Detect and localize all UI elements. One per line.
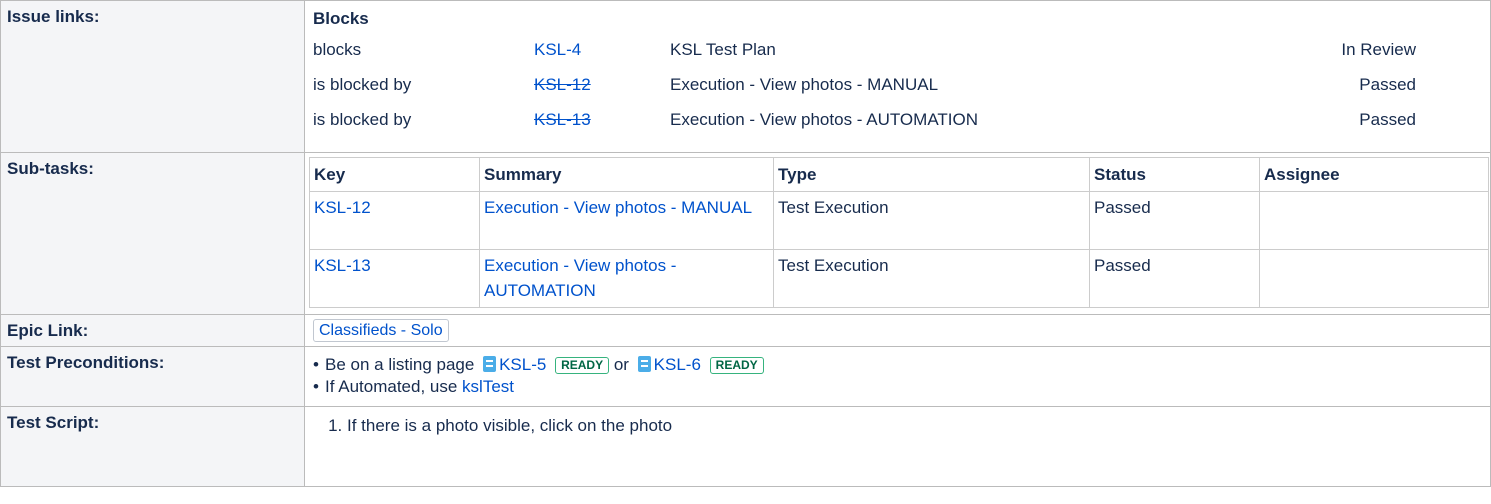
subtasks-header-row: Key Summary Type Status Assignee	[309, 157, 1489, 192]
subtask-summary-cell: Execution - View photos - MANUAL	[479, 191, 774, 250]
link-relation: is blocked by	[313, 110, 412, 129]
subtask-summary-cell: Execution - View photos - AUTOMATION	[479, 249, 774, 308]
column-header-type: Type	[773, 157, 1090, 192]
preconditions-list: Be on a listing page KSL-5 READY or KSL-…	[305, 347, 1490, 402]
issue-link-row: is blocked by KSL-13 Execution - View ph…	[305, 101, 1490, 136]
epic-link-value: Classifieds - Solo	[304, 314, 1491, 347]
kslTest-link[interactable]: kslTest	[462, 377, 514, 396]
status-badge: READY	[709, 357, 764, 374]
column-header-status: Status	[1089, 157, 1260, 192]
issue-links-row: Issue links: Blocks blocks KSL-4 KSL Tes…	[0, 0, 1491, 153]
test-script-value: If there is a photo visible, click on th…	[304, 406, 1491, 487]
issue-links-label: Issue links:	[0, 0, 305, 153]
preconditions-value: Be on a listing page KSL-5 READY or KSL-…	[304, 346, 1491, 407]
link-status: Passed	[1359, 110, 1416, 129]
link-summary: Execution - View photos - MANUAL	[670, 75, 939, 94]
precondition-issue-link[interactable]: KSL-6	[654, 355, 701, 374]
subtasks-label: Sub-tasks:	[0, 152, 305, 315]
subtask-assignee	[1259, 191, 1489, 250]
preconditions-label: Test Preconditions:	[0, 346, 305, 407]
links-group-title: Blocks	[313, 9, 369, 28]
subtask-type: Test Execution	[773, 191, 1090, 250]
link-relation: is blocked by	[313, 75, 412, 94]
link-summary: Execution - View photos - AUTOMATION	[670, 110, 979, 129]
epic-lozenge-link[interactable]: Classifieds - Solo	[313, 319, 449, 342]
issue-links-value: Blocks blocks KSL-4 KSL Test Plan In Rev…	[304, 0, 1491, 153]
subtasks-row: Sub-tasks: Key Summary Type Status Assig…	[0, 152, 1491, 315]
subtask-summary-link[interactable]: Execution - View photos - MANUAL	[484, 198, 752, 217]
test-script-label: Test Script:	[0, 406, 305, 487]
link-summary: KSL Test Plan	[670, 40, 776, 59]
subtask-status: Passed	[1089, 249, 1260, 308]
list-item: If there is a photo visible, click on th…	[347, 416, 1490, 436]
test-script-steps: If there is a photo visible, click on th…	[305, 407, 1490, 436]
status-badge: READY	[555, 357, 610, 374]
subtasks-value: Key Summary Type Status Assignee KSL-12 …	[304, 152, 1491, 315]
subtask-summary-link[interactable]: Execution - View photos - AUTOMATION	[484, 256, 676, 300]
subtasks-table: Key Summary Type Status Assignee KSL-12 …	[309, 157, 1489, 308]
document-icon	[483, 356, 497, 372]
list-item: If Automated, use kslTest	[313, 376, 1490, 398]
link-issue-key[interactable]: KSL-13	[534, 110, 591, 130]
subtask-status: Passed	[1089, 191, 1260, 250]
test-script-row: Test Script: If there is a photo visible…	[0, 406, 1491, 487]
table-row: KSL-12 Execution - View photos - MANUAL …	[309, 191, 1489, 250]
subtask-type: Test Execution	[773, 249, 1090, 308]
link-status: Passed	[1359, 75, 1416, 94]
precondition-issue-link[interactable]: KSL-5	[499, 355, 546, 374]
issue-link-row: blocks KSL-4 KSL Test Plan In Review	[305, 31, 1490, 66]
link-status: In Review	[1341, 40, 1416, 59]
link-relation: blocks	[313, 40, 362, 59]
table-row: KSL-13 Execution - View photos - AUTOMAT…	[309, 249, 1489, 308]
subtask-key-link[interactable]: KSL-13	[314, 256, 371, 275]
column-header-key: Key	[309, 157, 480, 192]
link-issue-key[interactable]: KSL-12	[534, 75, 591, 95]
epic-link-row: Epic Link: Classifieds - Solo	[0, 314, 1491, 347]
subtask-key-cell: KSL-13	[309, 249, 480, 308]
precondition-text: If Automated, use	[325, 377, 458, 396]
or-text: or	[613, 355, 629, 374]
preconditions-row: Test Preconditions: Be on a listing page…	[0, 346, 1491, 407]
link-issue-key[interactable]: KSL-4	[534, 40, 581, 60]
document-icon	[637, 356, 651, 372]
list-item: Be on a listing page KSL-5 READY or KSL-…	[313, 354, 1490, 376]
column-header-assignee: Assignee	[1259, 157, 1489, 192]
subtask-assignee	[1259, 249, 1489, 308]
epic-link-label: Epic Link:	[0, 314, 305, 347]
issue-link-row: is blocked by KSL-12 Execution - View ph…	[305, 66, 1490, 101]
subtask-key-cell: KSL-12	[309, 191, 480, 250]
precondition-text: Be on a listing page	[325, 355, 475, 374]
issue-details-page: Issue links: Blocks blocks KSL-4 KSL Tes…	[0, 0, 1491, 504]
issue-fields-table: Issue links: Blocks blocks KSL-4 KSL Tes…	[0, 0, 1491, 487]
subtask-key-link[interactable]: KSL-12	[314, 198, 371, 217]
column-header-summary: Summary	[479, 157, 774, 192]
